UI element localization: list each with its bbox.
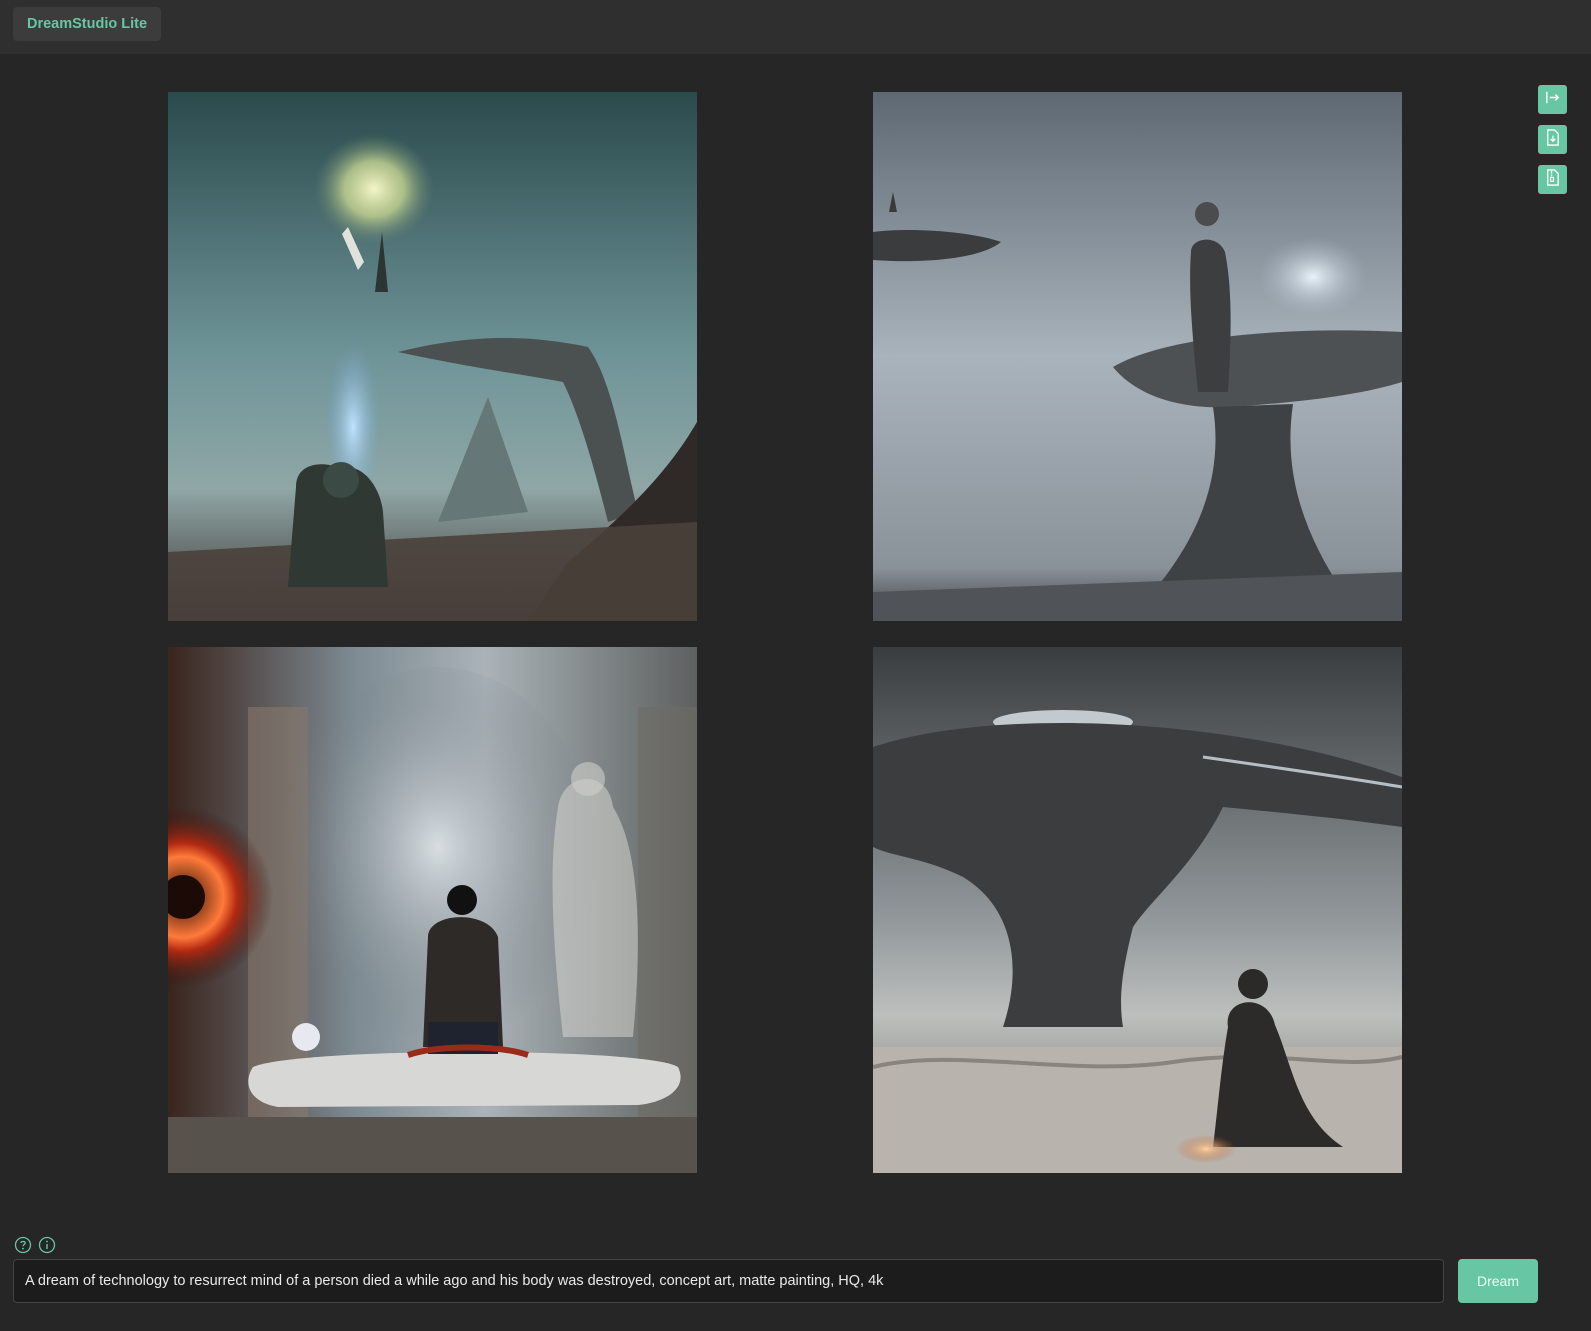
download-image-button[interactable] [1538, 125, 1567, 154]
info-circle-icon[interactable] [38, 1236, 56, 1254]
file-download-icon [1543, 128, 1562, 152]
prompt-help-icons [14, 1236, 56, 1254]
top-bar: DreamStudio Lite [0, 0, 1591, 54]
export-button[interactable] [1538, 85, 1567, 114]
export-arrow-icon [1543, 88, 1562, 112]
dream-button[interactable]: Dream [1458, 1259, 1538, 1303]
generated-image-3[interactable] [168, 647, 697, 1173]
generated-image-2[interactable] [873, 92, 1402, 621]
generated-image-4[interactable] [873, 647, 1402, 1173]
question-circle-icon[interactable] [14, 1236, 32, 1254]
app-title-badge[interactable]: DreamStudio Lite [13, 7, 162, 41]
download-zip-button[interactable] [1538, 165, 1567, 194]
generated-image-1[interactable] [168, 92, 697, 621]
prompt-field-wrapper [13, 1259, 1444, 1303]
prompt-input[interactable] [14, 1260, 1443, 1302]
file-zip-icon [1543, 168, 1562, 192]
